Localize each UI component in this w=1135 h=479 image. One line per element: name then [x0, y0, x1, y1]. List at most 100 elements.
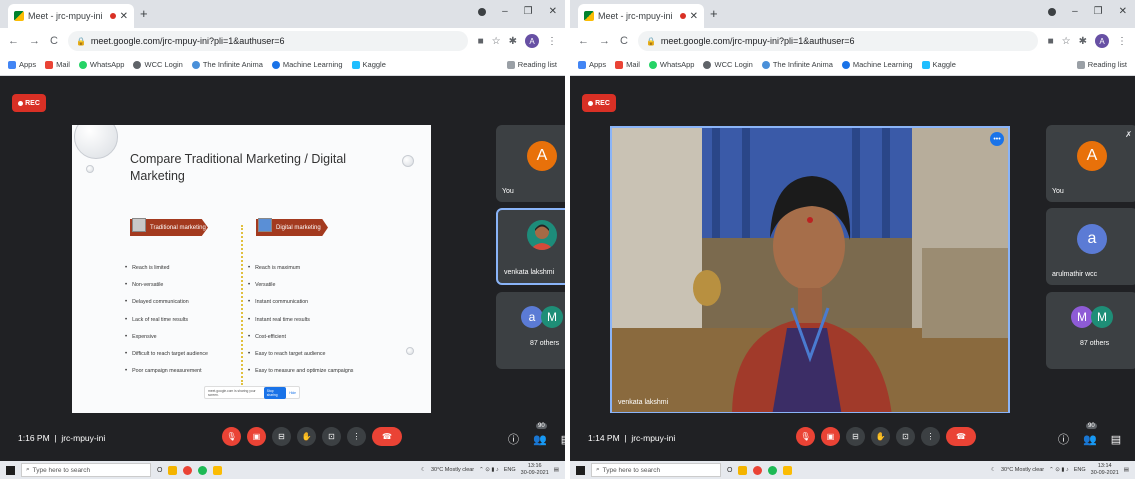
- bookmark-star-icon[interactable]: ☆: [492, 36, 501, 47]
- language-indicator[interactable]: ENG: [1074, 467, 1086, 473]
- participant-tile-others[interactable]: M M 87 others: [1046, 292, 1135, 369]
- sticky-notes-icon[interactable]: [783, 465, 793, 475]
- bookmark-star-icon[interactable]: ☆: [1062, 36, 1071, 47]
- camera-icon[interactable]: ■: [1048, 36, 1054, 47]
- language-indicator[interactable]: ENG: [504, 467, 516, 473]
- bookmark-machine-learning[interactable]: Machine Learning: [841, 60, 913, 69]
- bookmark-whatsapp[interactable]: WhatsApp: [648, 60, 694, 69]
- camera-icon[interactable]: ■: [478, 36, 484, 47]
- new-tab-button[interactable]: +: [140, 6, 148, 21]
- sticky-notes-icon[interactable]: [213, 465, 223, 475]
- bookmark-infinite-anima[interactable]: The Infinite Anima: [191, 60, 263, 69]
- participant-tile-you[interactable]: ✗ A You: [1046, 125, 1135, 202]
- mic-toggle-button[interactable]: 🎙: [222, 427, 241, 446]
- participant-tile-others[interactable]: a M 87 others: [496, 292, 565, 369]
- raise-hand-button[interactable]: ✋: [871, 427, 890, 446]
- list-item: Reach is limited: [125, 265, 235, 282]
- more-options-button[interactable]: ⋮: [921, 427, 940, 446]
- spotify-icon[interactable]: [198, 465, 208, 475]
- profile-avatar[interactable]: A: [525, 34, 539, 48]
- task-view-icon[interactable]: O: [157, 467, 162, 474]
- meet-tab[interactable]: Meet - jrc-mpuy-ini ✕: [578, 4, 704, 28]
- bookmark-infinite-anima[interactable]: The Infinite Anima: [761, 60, 833, 69]
- present-button[interactable]: ⊡: [322, 427, 341, 446]
- more-options-icon[interactable]: •••: [990, 132, 1004, 146]
- reading-list-button[interactable]: Reading list: [1076, 60, 1127, 69]
- captions-button[interactable]: ⊟: [272, 427, 291, 446]
- chrome-icon[interactable]: [753, 465, 763, 475]
- meet-tab[interactable]: Meet - jrc-mpuy-ini ✕: [8, 4, 134, 28]
- menu-icon[interactable]: ⋮: [1117, 36, 1127, 47]
- tray-icons[interactable]: ⌃ ⊙ ▮ ♪: [479, 467, 499, 473]
- taskbar-search[interactable]: ⌕ Type here to search: [591, 463, 721, 477]
- bookmark-kaggle[interactable]: Kaggle: [921, 60, 956, 69]
- address-bar[interactable]: 🔒 meet.google.com/jrc-mpuy-ini?pli=1&aut…: [67, 31, 468, 51]
- stop-sharing-button[interactable]: Stop sharing: [263, 386, 287, 399]
- raise-hand-button[interactable]: ✋: [297, 427, 316, 446]
- participant-tile-arulmathir[interactable]: a arulmathir wcc: [1046, 208, 1135, 285]
- bookmark-wcc-login[interactable]: WCC Login: [703, 60, 753, 69]
- tab-close-icon[interactable]: ✕: [120, 11, 128, 22]
- forward-button[interactable]: →: [599, 35, 610, 47]
- close-window-button[interactable]: ✕: [549, 6, 557, 17]
- bookmark-machine-learning[interactable]: Machine Learning: [271, 60, 343, 69]
- taskbar-clock[interactable]: 13:14 30-09-2021: [1091, 463, 1119, 477]
- camera-toggle-button[interactable]: ▣: [247, 427, 266, 446]
- present-button[interactable]: ⊡: [896, 427, 915, 446]
- bookmark-whatsapp[interactable]: WhatsApp: [78, 60, 124, 69]
- bookmark-kaggle[interactable]: Kaggle: [351, 60, 386, 69]
- notifications-icon[interactable]: ▤: [554, 467, 559, 473]
- taskbar-clock[interactable]: 13:16 30-09-2021: [521, 463, 549, 477]
- bookmark-apps[interactable]: Apps: [578, 60, 606, 69]
- bookmark-mail[interactable]: Mail: [45, 60, 70, 69]
- reload-button[interactable]: C: [50, 35, 58, 47]
- extensions-icon[interactable]: ✱: [1079, 36, 1087, 47]
- menu-icon[interactable]: ⋮: [547, 36, 557, 47]
- participant-tile-you[interactable]: ✗ A You: [496, 125, 565, 202]
- camera-toggle-button[interactable]: ▣: [821, 427, 840, 446]
- minimize-button[interactable]: –: [1072, 6, 1078, 17]
- list-item: Non-versatile: [125, 282, 235, 299]
- hide-button[interactable]: Hide: [289, 391, 296, 395]
- participant-tile-venkata[interactable]: ••• venkata lakshmi: [496, 208, 565, 285]
- speaker-video[interactable]: venkata lakshmi •••: [610, 126, 1010, 414]
- back-button[interactable]: ←: [8, 35, 19, 47]
- leave-call-button[interactable]: ☎: [946, 427, 976, 446]
- taskbar-search[interactable]: ⌕ Type here to search: [21, 463, 151, 477]
- info-icon[interactable]: ⓘ: [508, 431, 519, 447]
- file-explorer-icon[interactable]: [738, 465, 748, 475]
- reading-list-button[interactable]: Reading list: [506, 60, 557, 69]
- address-bar[interactable]: 🔒 meet.google.com/jrc-mpuy-ini?pli=1&aut…: [637, 31, 1038, 51]
- captions-button[interactable]: ⊟: [846, 427, 865, 446]
- more-options-button[interactable]: ⋮: [347, 427, 366, 446]
- restore-button[interactable]: ❐: [524, 6, 533, 17]
- back-button[interactable]: ←: [578, 35, 589, 47]
- tray-icons[interactable]: ⌃ ⊙ ▮ ♪: [1049, 467, 1069, 473]
- close-window-button[interactable]: ✕: [1119, 6, 1127, 17]
- forward-button[interactable]: →: [29, 35, 40, 47]
- restore-button[interactable]: ❐: [1094, 6, 1103, 17]
- bookmark-mail[interactable]: Mail: [615, 60, 640, 69]
- chat-icon[interactable]: ▤: [1111, 433, 1121, 446]
- bookmark-wcc-login[interactable]: WCC Login: [133, 60, 183, 69]
- file-explorer-icon[interactable]: [168, 465, 178, 475]
- spotify-icon[interactable]: [768, 465, 778, 475]
- bookmark-apps[interactable]: Apps: [8, 60, 36, 69]
- tab-close-icon[interactable]: ✕: [690, 11, 698, 22]
- weather-icon: ☾: [421, 467, 426, 473]
- windows-start-icon[interactable]: [6, 465, 15, 475]
- chrome-icon[interactable]: [183, 465, 193, 475]
- notifications-icon[interactable]: ▤: [1124, 467, 1129, 473]
- minimize-button[interactable]: –: [502, 6, 508, 17]
- mic-toggle-button[interactable]: 🎙: [796, 427, 815, 446]
- reload-button[interactable]: C: [620, 35, 628, 47]
- leave-call-button[interactable]: ☎: [372, 427, 402, 446]
- task-view-icon[interactable]: O: [727, 467, 732, 474]
- extensions-icon[interactable]: ✱: [509, 36, 517, 47]
- info-icon[interactable]: ⓘ: [1058, 431, 1069, 447]
- profile-avatar[interactable]: A: [1095, 34, 1109, 48]
- windows-start-icon[interactable]: [576, 465, 585, 475]
- new-tab-button[interactable]: +: [710, 6, 718, 21]
- people-icon[interactable]: 👥 90: [1083, 422, 1097, 446]
- people-icon[interactable]: 👥 90: [533, 422, 547, 446]
